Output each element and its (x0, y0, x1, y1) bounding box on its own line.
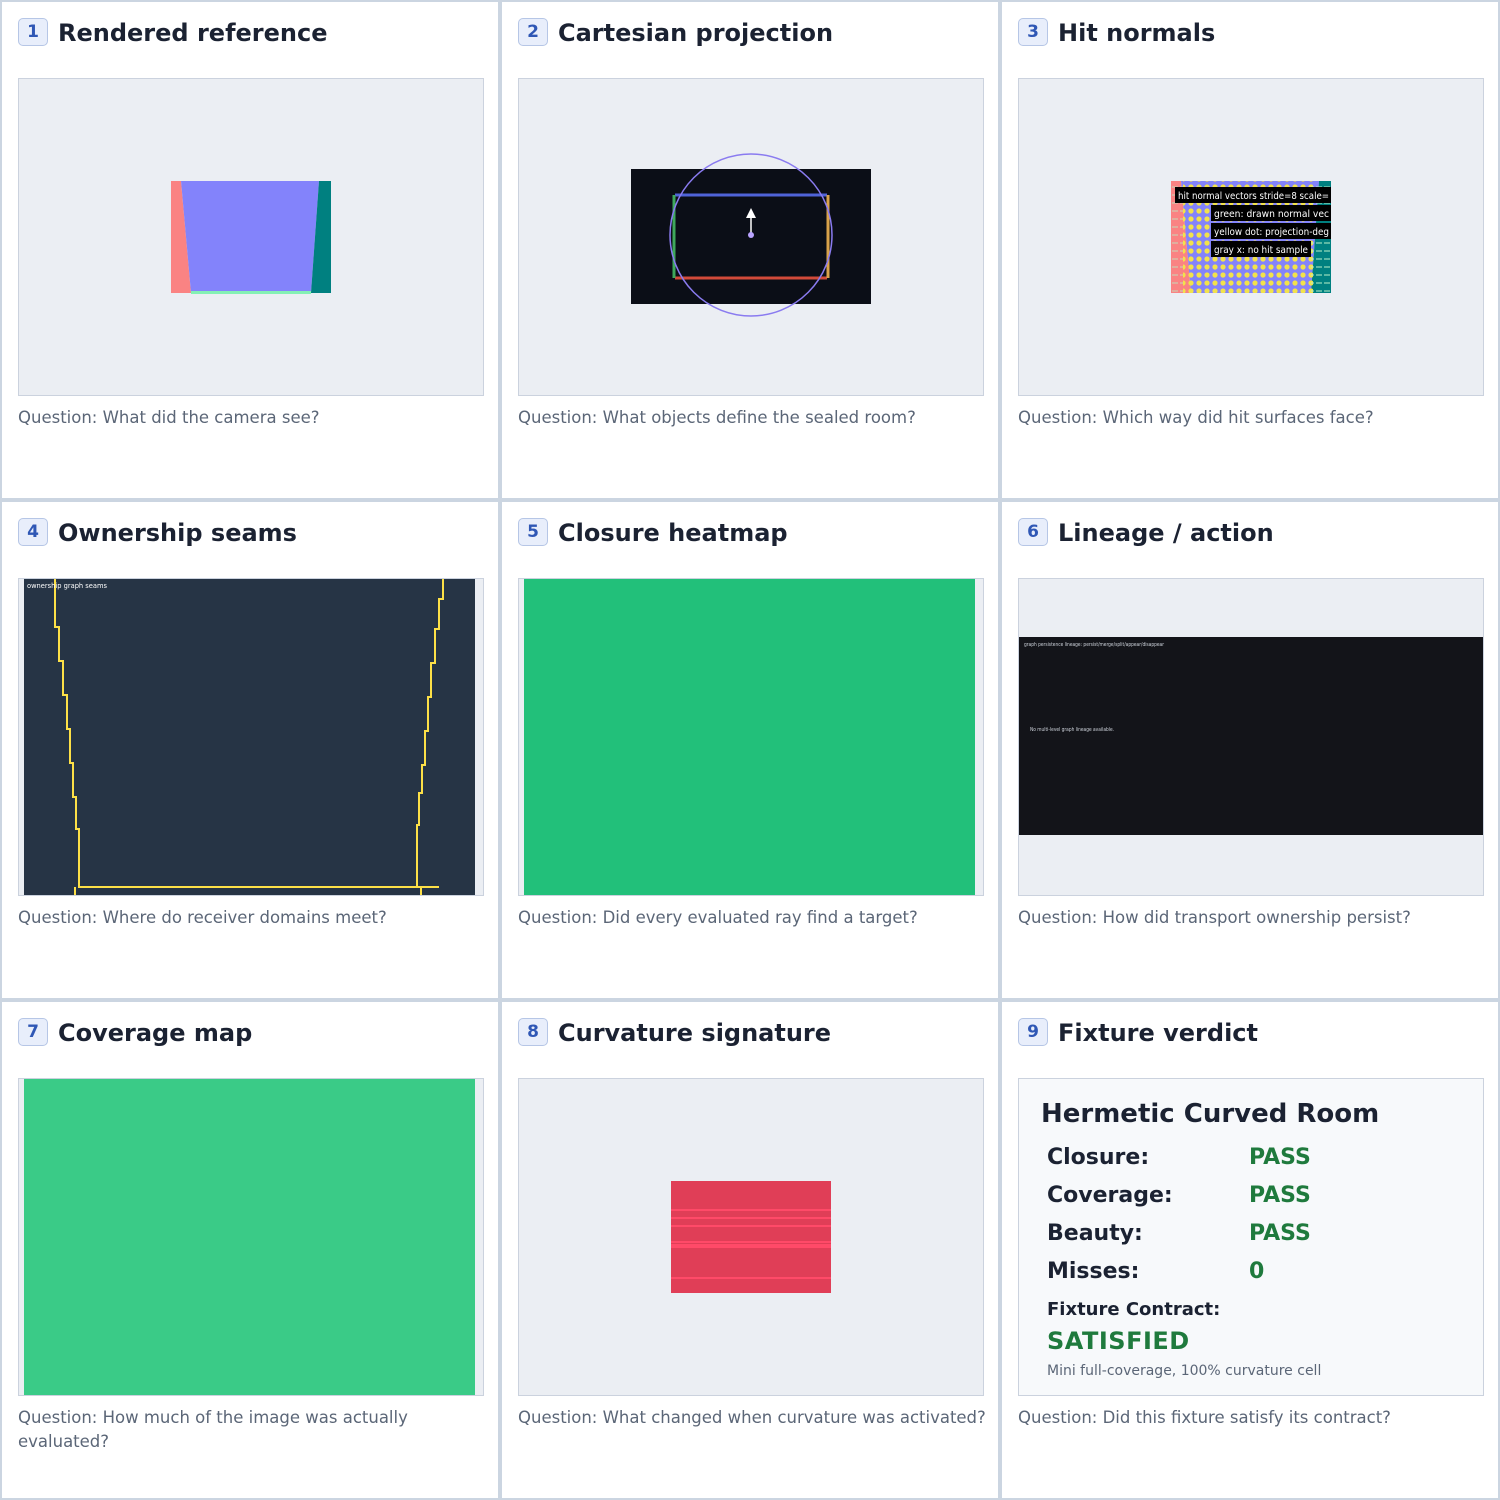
panel-number-badge: 3 (1018, 18, 1048, 46)
panel-title: Fixture verdict (1058, 1019, 1258, 1047)
legend-title: hit normal vectors stride=8 scale= (1178, 191, 1329, 202)
panel-title: Hit normals (1058, 19, 1216, 47)
coverage-fill (24, 1079, 475, 1395)
panel-question: Question: What objects define the sealed… (518, 408, 916, 427)
camera-origin (748, 232, 754, 238)
panel-question: Question: How much of the image was actu… (18, 1408, 408, 1451)
misses-value: 0 (1249, 1259, 1265, 1284)
panel-number-badge: 1 (18, 18, 48, 46)
panel-number-badge: 6 (1018, 518, 1048, 546)
ownership-seams-image: ownership graph seams (18, 578, 484, 896)
seam-label: ownership graph seams (27, 582, 107, 590)
hit-normals-image: hit normal vectors stride=8 scale= green… (1018, 78, 1484, 396)
panel-title: Curvature signature (558, 1019, 832, 1047)
panel-question: Question: What changed when curvature wa… (518, 1408, 986, 1427)
panel-ownership-seams: 4 Ownership seams ownership graph seams … (2, 502, 498, 998)
coverage-label: Coverage: (1047, 1183, 1173, 1208)
panel-closure-heatmap: 5 Closure heatmap Question: Did every ev… (502, 502, 998, 998)
panel-title: Ownership seams (58, 519, 297, 547)
legend-gray: gray x: no hit sample (1214, 245, 1308, 256)
closure-label: Closure: (1047, 1145, 1150, 1170)
panel-rendered-reference: 1 Rendered reference Question: What did … (2, 2, 498, 498)
back-wall (181, 181, 319, 293)
panel-hit-normals: 3 Hit normals hit normal vectors stride=… (1002, 2, 1498, 498)
legend-yellow: yellow dot: projection-deg (1214, 227, 1329, 238)
panel-question: Question: What did the camera see? (18, 408, 320, 427)
cartesian-projection-image (518, 78, 984, 396)
panel-title: Cartesian projection (558, 19, 834, 47)
floor-edge (191, 291, 311, 294)
curvature-block (671, 1181, 831, 1293)
panel-question: Question: Did every evaluated ray find a… (518, 908, 918, 927)
panel-title: Lineage / action (1058, 519, 1274, 547)
panel-number-badge: 2 (518, 18, 548, 46)
panel-number-badge: 4 (18, 518, 48, 546)
panel-number-badge: 8 (518, 1018, 548, 1046)
coverage-value: PASS (1249, 1183, 1311, 1208)
legend-green: green: drawn normal vec (1214, 209, 1329, 220)
panel-number-badge: 7 (18, 1018, 48, 1046)
panel-fixture-verdict: 9 Fixture verdict Hermetic Curved Room C… (1002, 1002, 1498, 1498)
rendered-reference-image (18, 78, 484, 396)
beauty-label: Beauty: (1047, 1221, 1143, 1246)
panel-question: Question: How did transport ownership pe… (1018, 908, 1411, 927)
panel-number-badge: 9 (1018, 1018, 1048, 1046)
contract-status: SATISFIED (1047, 1327, 1190, 1355)
panel-question: Question: Where do receiver domains meet… (18, 908, 387, 927)
panel-title: Coverage map (58, 1019, 253, 1047)
curvature-signature-image (518, 1078, 984, 1396)
panel-question: Question: Did this fixture satisfy its c… (1018, 1408, 1391, 1427)
verdict-title: Hermetic Curved Room (1041, 1099, 1380, 1129)
contract-label: Fixture Contract: (1047, 1299, 1221, 1320)
beauty-value: PASS (1249, 1221, 1311, 1246)
lineage-image: graph persistence lineage: persist/merge… (1018, 578, 1484, 896)
panel-title: Closure heatmap (558, 519, 788, 547)
verdict-card: Hermetic Curved Room Closure: PASS Cover… (1018, 1078, 1484, 1396)
closure-heatmap-image (518, 578, 984, 896)
panel-coverage-map: 7 Coverage map Question: How much of the… (2, 1002, 498, 1498)
panel-number-badge: 5 (518, 518, 548, 546)
closure-value: PASS (1249, 1145, 1311, 1170)
panel-title: Rendered reference (58, 19, 328, 47)
panel-cartesian-projection: 2 Cartesian projection Question: What ob… (502, 2, 998, 498)
panel-lineage-action: 6 Lineage / action graph persistence lin… (1002, 502, 1498, 998)
panel-question: Question: Which way did hit surfaces fac… (1018, 408, 1374, 427)
coverage-map-image (18, 1078, 484, 1396)
lineage-empty-message: No multi-level graph lineage available. (1030, 727, 1114, 733)
lineage-header: graph persistence lineage: persist/merge… (1024, 642, 1165, 648)
closure-fill (524, 579, 975, 895)
contract-note: Mini full-coverage, 100% curvature cell (1047, 1363, 1322, 1379)
misses-label: Misses: (1047, 1259, 1140, 1284)
panel-curvature-signature: 8 Curvature signature Question: What cha… (502, 1002, 998, 1498)
